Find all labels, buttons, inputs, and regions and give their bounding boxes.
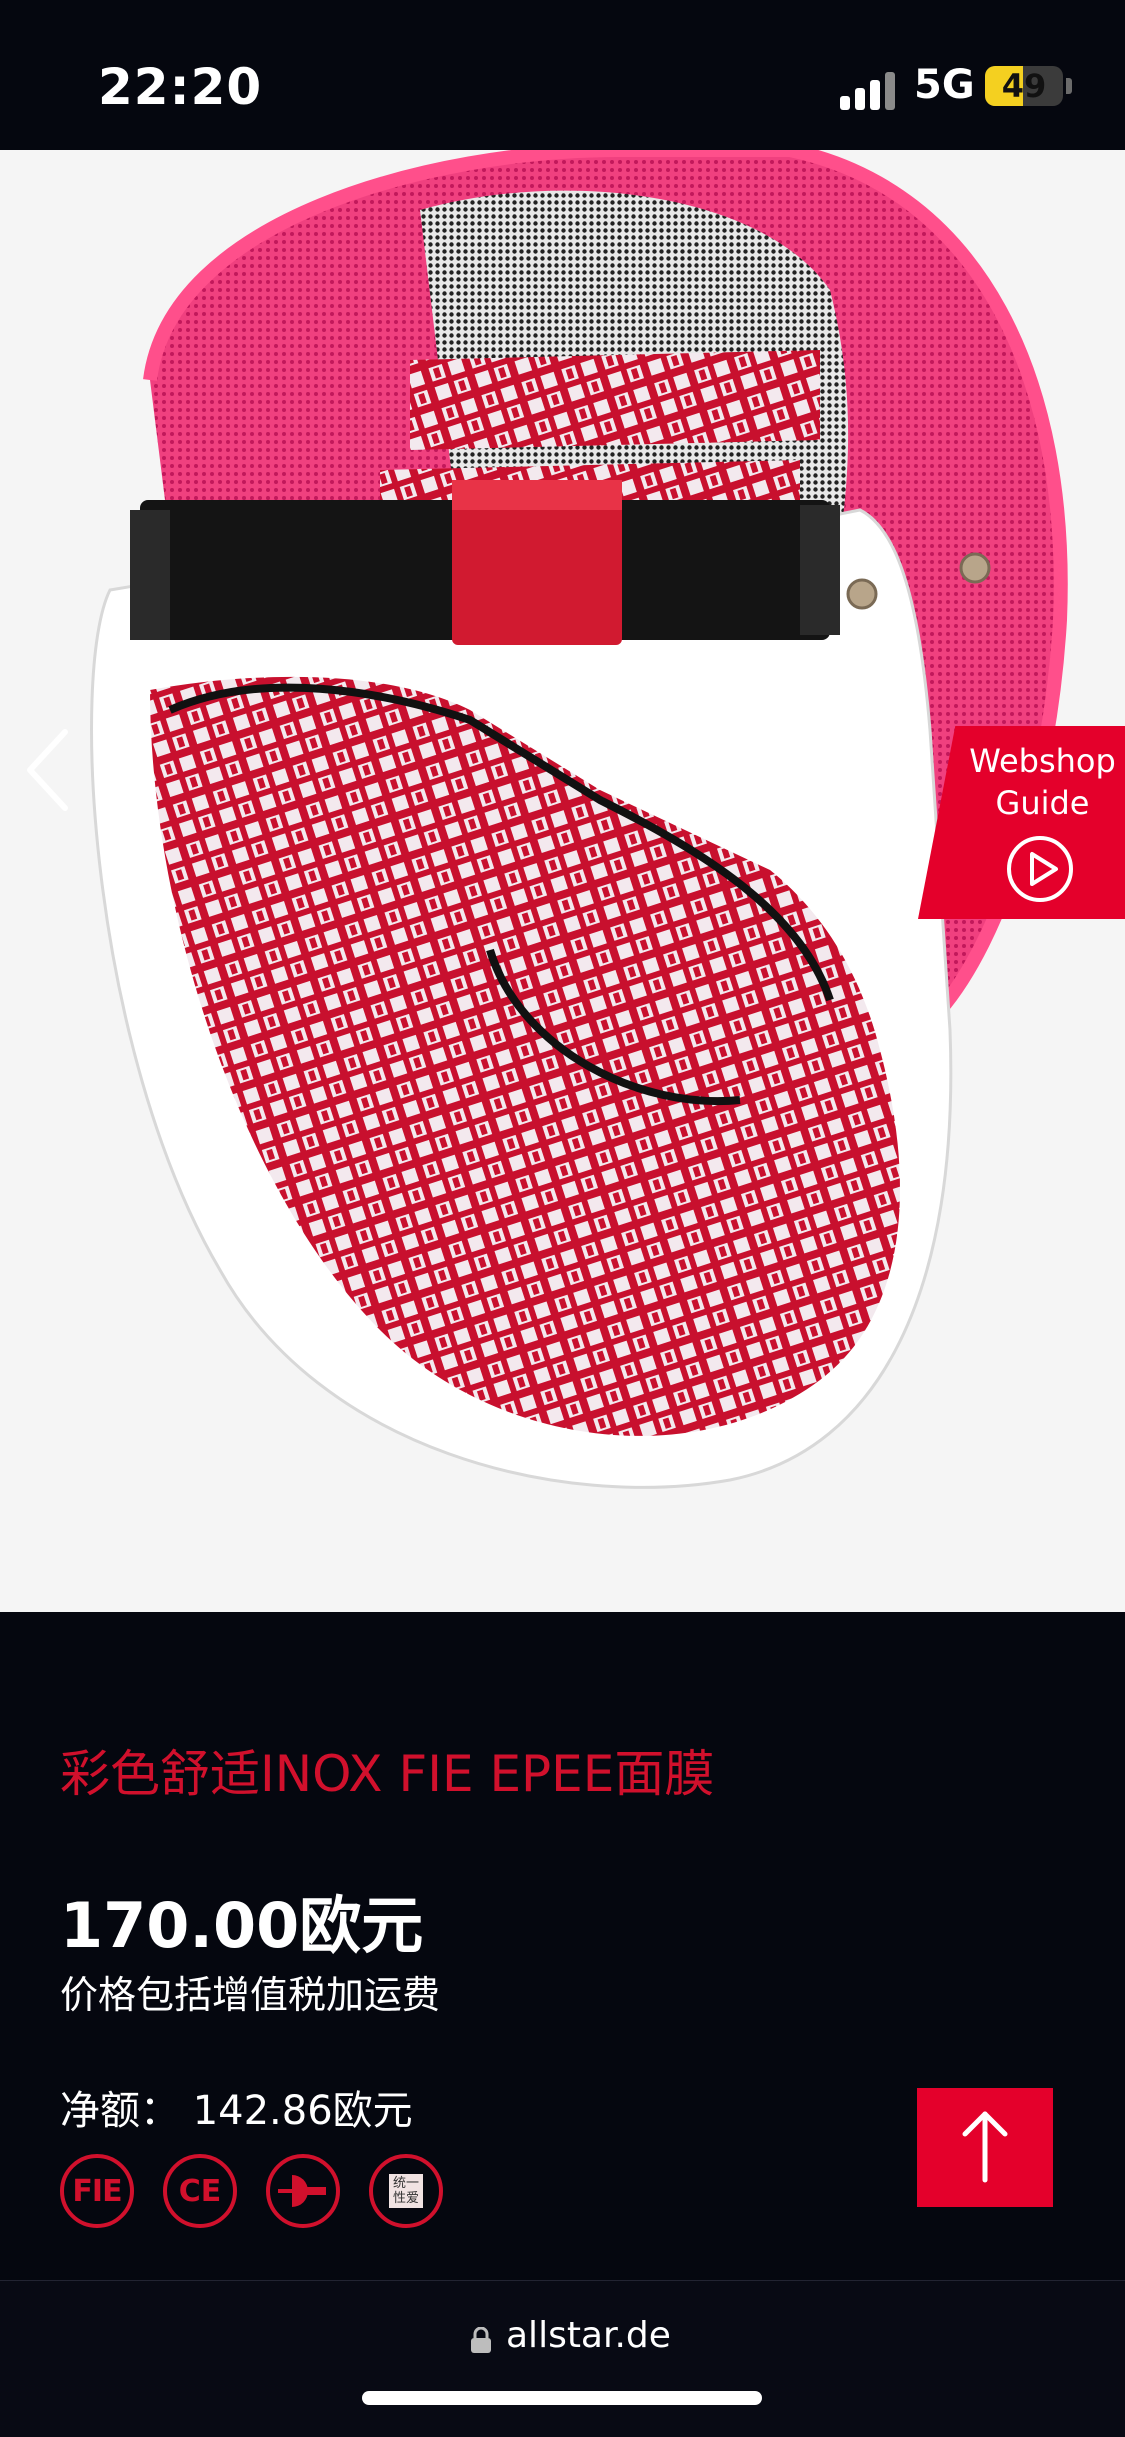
- battery-icon: 49: [985, 66, 1063, 106]
- net-price: 净额： 142.86欧元: [60, 2088, 413, 2134]
- fencing-mask-image[interactable]: Webshop Guide: [0, 150, 1125, 1612]
- ce-badge: CE: [163, 2154, 237, 2228]
- webshop-guide-label: Webshop Guide: [960, 740, 1125, 824]
- play-icon: [1007, 836, 1073, 902]
- plug-icon: [278, 2175, 326, 2207]
- network-type: 5G: [914, 62, 975, 108]
- guide-line-2: Guide: [995, 784, 1090, 822]
- product-price: 170.00欧元: [60, 1889, 424, 1962]
- url-text[interactable]: allstar.de: [506, 2315, 671, 2356]
- lock-icon: [471, 2327, 491, 2353]
- chevron-left-icon[interactable]: [20, 720, 80, 820]
- arrow-up-icon: [962, 2111, 1008, 2183]
- fie-badge: FIE: [60, 2154, 134, 2228]
- fie-badge-label: FIE: [72, 2173, 122, 2209]
- price-note: 价格包括增值税加运费: [60, 1973, 441, 2017]
- status-bar: 22:20 5G 49: [0, 0, 1125, 150]
- status-time: 22:20: [98, 58, 263, 116]
- scroll-to-top-button[interactable]: [917, 2088, 1053, 2207]
- ce-badge-label: CE: [178, 2173, 222, 2209]
- home-indicator[interactable]: [362, 2391, 762, 2405]
- battery-level: 49: [1001, 67, 1047, 105]
- plug-badge: [266, 2154, 340, 2228]
- browser-url-bar[interactable]: allstar.de: [0, 2280, 1125, 2437]
- product-title: 彩色舒适INOX FIE EPEE面膜: [60, 1745, 715, 1803]
- battery-tip: [1066, 78, 1072, 94]
- guide-line-1: Webshop: [969, 742, 1116, 780]
- signal-icon: [840, 70, 898, 110]
- unisex-badge: 统一性爱: [369, 2154, 443, 2228]
- unisex-badge-label: 统一性爱: [392, 2176, 419, 2206]
